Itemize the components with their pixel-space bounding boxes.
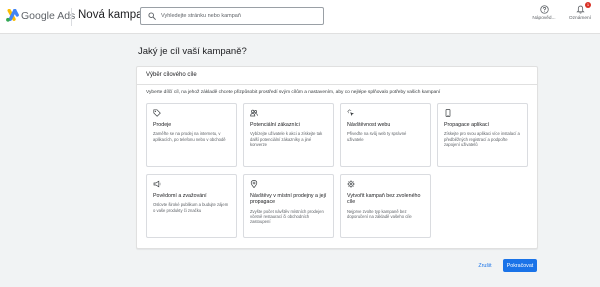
goal-card-website-traffic[interactable]: Návštěvnost webu Přiveďte na svůj web ty… xyxy=(340,103,431,167)
help-icon xyxy=(539,5,549,14)
goal-description: Zvyšte počet návštěv místních prodejen v… xyxy=(250,208,324,224)
goal-card-awareness[interactable]: Povědomí a zvažování Oslovte široké publ… xyxy=(146,174,237,238)
goal-card-no-goal[interactable]: Vytvořit kampaň bez zvoleného cíle Nejpr… xyxy=(340,174,431,238)
goal-title: Potenciální zákazníci xyxy=(250,122,300,128)
notification-count-badge: 1 xyxy=(585,2,591,8)
panel-divider xyxy=(137,84,537,85)
location-pin-icon xyxy=(250,180,258,188)
tag-icon xyxy=(153,109,161,117)
google-ads-logo-icon[interactable] xyxy=(5,9,19,23)
goal-title: Návštěvy v místní prodejny a její propag… xyxy=(250,193,327,206)
gear-icon xyxy=(347,180,355,188)
notifications-button[interactable]: 1 Oznámení xyxy=(563,2,597,29)
help-label: Nápověd... xyxy=(532,16,556,21)
goal-description: Oslovte široké publikum a budujte zájem … xyxy=(153,202,229,213)
goal-title: Návštěvnost webu xyxy=(347,122,391,128)
goal-title: Prodeje xyxy=(153,122,172,128)
goal-card-leads[interactable]: Potenciální zákazníci Vybízejte uživatel… xyxy=(243,103,334,167)
goal-card-local-store-visits[interactable]: Návštěvy v místní prodejny a její propag… xyxy=(243,174,334,238)
phone-icon xyxy=(445,109,451,117)
goal-description: Zaměřte se na prodej na internetu, v apl… xyxy=(153,131,226,142)
continue-button[interactable]: Pokračovat xyxy=(503,259,537,272)
header-divider xyxy=(71,8,72,26)
page-title: Nová kampaň xyxy=(78,9,149,21)
megaphone-icon xyxy=(153,180,161,188)
search-icon xyxy=(148,12,156,20)
goal-description: Nejprve zvolte typ kampaně bez doporučen… xyxy=(347,208,412,219)
goal-title: Vytvořit kampaň bez zvoleného cíle xyxy=(347,193,421,206)
panel-description: Vyberte dílčí cíl, na jehož základě chce… xyxy=(146,90,441,95)
cancel-button[interactable]: Zrušit xyxy=(472,259,498,273)
top-bar: Google Ads Nová kampaň Nápověd... 1 Ozná… xyxy=(0,0,600,34)
goal-card-app-promotion[interactable]: Propagace aplikací Získejte pro svou apl… xyxy=(437,103,528,167)
goal-description: Získejte pro svou aplikaci více instalac… xyxy=(444,131,520,147)
goal-description: Přiveďte na svůj web ty správné uživatel… xyxy=(347,131,407,142)
page-question: Jaký je cíl vaší kampaně? xyxy=(138,46,247,57)
panel-title: Výběr cílového cíle xyxy=(146,72,197,78)
goal-title: Povědomí a zvažování xyxy=(153,193,207,199)
bell-icon xyxy=(575,5,585,14)
brand-name[interactable]: Google Ads xyxy=(21,10,75,22)
cursor-click-icon xyxy=(347,109,354,116)
search-input[interactable] xyxy=(161,10,319,22)
goal-description: Vybízejte uživatele k akci a získejte ta… xyxy=(250,131,323,147)
people-icon xyxy=(250,109,258,117)
notifications-label: Oznámení xyxy=(568,16,592,21)
help-button[interactable]: Nápověd... xyxy=(527,5,561,29)
search-box[interactable] xyxy=(140,7,324,25)
goal-title: Propagace aplikací xyxy=(444,122,490,128)
goal-selection-panel: Výběr cílového cíle Vyberte dílčí cíl, n… xyxy=(136,66,538,249)
goal-card-sales[interactable]: Prodeje Zaměřte se na prodej na internet… xyxy=(146,103,237,167)
